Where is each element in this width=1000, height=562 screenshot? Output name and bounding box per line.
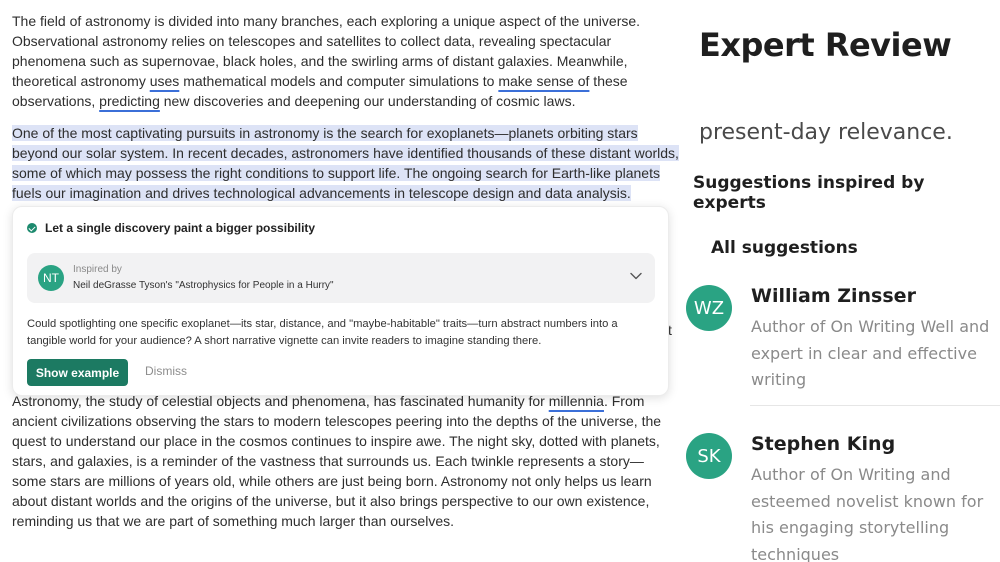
suggestion-phrase-make-sense-of[interactable]: make sense of [498, 73, 589, 89]
paragraph-3[interactable]: Astronomy, the study of celestial object… [12, 391, 674, 531]
divider [750, 405, 1000, 406]
expert-review-panel: Expert Review present-day relevance. Sug… [680, 0, 1000, 562]
inspired-by-panel[interactable]: NT Inspired by Neil deGrasse Tyson's "As… [27, 253, 655, 303]
dismiss-button[interactable]: Dismiss [145, 364, 187, 378]
avatar: NT [38, 265, 64, 291]
expert-name: William Zinsser [751, 285, 916, 307]
highlighted-text: One of the most captivating pursuits in … [12, 125, 679, 201]
all-suggestions-tab[interactable]: All suggestions [711, 238, 858, 258]
expert-description: Author of On Writing Well and expert in … [751, 317, 990, 389]
paragraph-1[interactable]: The field of astronomy is divided into m… [12, 11, 680, 111]
avatar: WZ [686, 285, 732, 331]
panel-snippet: present-day relevance. [699, 120, 953, 145]
show-example-button[interactable]: Show example [27, 359, 128, 386]
inspired-by-label: Inspired by [73, 264, 122, 275]
suggestions-heading: Suggestions inspired by experts [693, 173, 925, 213]
suggestion-word-predicting[interactable]: predicting [99, 93, 160, 109]
expert-name: Stephen King [751, 433, 896, 455]
check-circle-icon [27, 223, 37, 233]
chevron-down-icon[interactable] [629, 269, 643, 283]
document-editor[interactable]: The field of astronomy is divided into m… [12, 11, 680, 529]
avatar: SK [686, 433, 732, 479]
suggestion-card-header: Let a single discovery paint a bigger po… [27, 221, 315, 235]
suggestion-body: Could spotlighting one specific exoplane… [27, 318, 618, 347]
panel-title: Expert Review [699, 26, 952, 64]
paragraph-2-highlighted[interactable]: One of the most captivating pursuits in … [12, 123, 680, 203]
suggestion-word-uses[interactable]: uses [150, 73, 180, 89]
expert-description: Author of On Writing and esteemed noveli… [751, 465, 984, 562]
suggestion-title: Let a single discovery paint a bigger po… [45, 221, 316, 235]
suggestion-card: Let a single discovery paint a bigger po… [12, 206, 669, 396]
inspired-by-source: Neil deGrasse Tyson's "Astrophysics for … [73, 280, 334, 291]
